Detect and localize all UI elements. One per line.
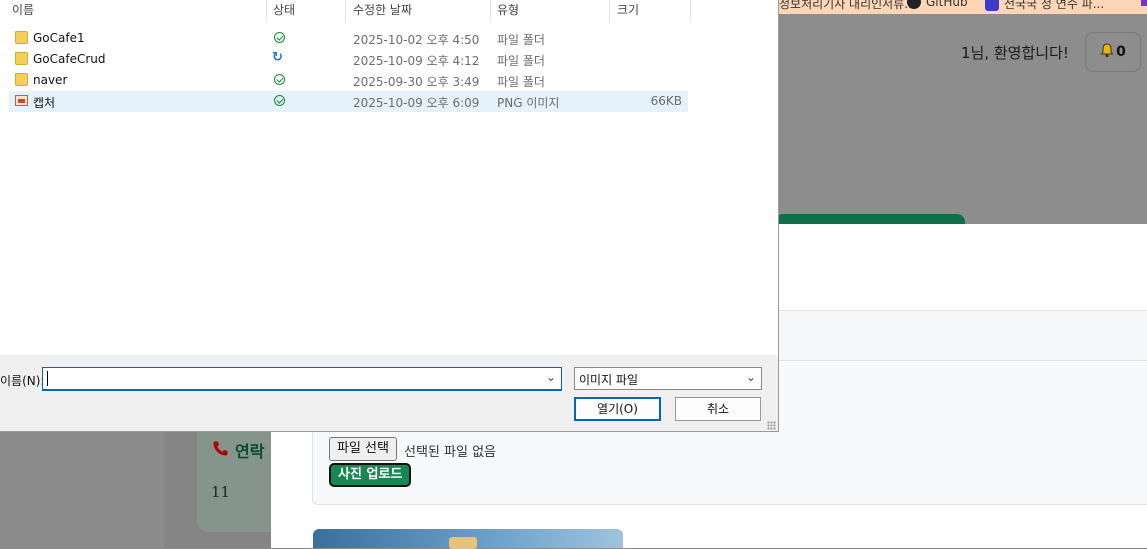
open-button[interactable]: 열기(O): [574, 397, 661, 421]
sync-ok-icon: [274, 95, 285, 106]
filename-label: 이름(N):: [0, 374, 45, 388]
bookmarks-bar: 정보처리기사 대리인서류... GitHub 전국국 정 연수 파...: [779, 0, 1147, 14]
contact-value: 11: [211, 483, 231, 501]
chevron-down-icon[interactable]: ⌄: [546, 370, 556, 384]
column-header-type[interactable]: 유형: [497, 1, 519, 18]
file-modified: 2025-10-09 오후 4:12: [353, 54, 480, 68]
column-divider[interactable]: [690, 0, 691, 22]
file-row[interactable]: GoCafeCrud ↻ 2025-10-09 오후 4:12 파일 폴더: [9, 49, 688, 70]
contact-title: 연락: [212, 438, 264, 462]
filetype-value: 이미지 파일: [579, 373, 639, 387]
file-name: 캡처: [33, 96, 56, 110]
column-header-name[interactable]: 이름: [12, 1, 34, 18]
file-modified: 2025-10-02 오후 4:50: [353, 33, 480, 47]
bookmark-label: GitHub: [926, 0, 968, 9]
file-selected-status: 선택된 파일 없음: [404, 445, 496, 460]
cancel-button[interactable]: 취소: [675, 397, 761, 421]
phone-icon: [212, 440, 229, 461]
bookmark-item[interactable]: 정보처리기사 대리인서류...: [779, 0, 916, 12]
github-icon: [907, 0, 921, 9]
syncing-icon: ↻: [272, 50, 283, 65]
bookmark-label: 전국국 정 연수 파...: [1004, 0, 1105, 11]
photo-thumbnail[interactable]: [313, 529, 623, 549]
text-caret: [47, 371, 48, 386]
file-type: PNG 이미지: [497, 96, 560, 110]
folder-icon: [15, 73, 28, 86]
file-name: GoCafeCrud: [33, 52, 106, 66]
column-header-modified[interactable]: 수정한 날짜: [353, 1, 412, 18]
column-divider[interactable]: [609, 0, 610, 22]
bookmark-item-github[interactable]: GitHub: [907, 0, 968, 9]
file-open-dialog: 이름 상태 수정한 날짜 유형 크기 GoCafe1 2025-10-02 오후…: [0, 0, 779, 432]
file-row[interactable]: naver 2025-09-30 오후 3:49 파일 폴더: [9, 70, 688, 91]
file-type: 파일 폴더: [497, 75, 545, 89]
file-type: 파일 폴더: [497, 54, 545, 68]
folder-icon: [15, 31, 28, 44]
contact-title-text: 연락: [235, 442, 265, 461]
file-name: GoCafe1: [33, 31, 85, 45]
resize-grip[interactable]: [767, 421, 776, 430]
notification-count: 0: [1116, 44, 1126, 60]
chevron-down-icon: ⌄: [745, 370, 756, 384]
sync-ok-icon: [274, 32, 285, 43]
upload-photo-button[interactable]: 사진 업로드: [329, 463, 412, 487]
image-file-icon: [15, 95, 28, 106]
bell-icon: [1100, 42, 1114, 62]
bookmark-item[interactable]: 전국국 정 연수 파...: [985, 0, 1104, 12]
file-row[interactable]: GoCafe1 2025-10-02 오후 4:50 파일 폴더: [9, 28, 688, 49]
notification-button[interactable]: 0: [1085, 32, 1141, 72]
filename-input[interactable]: ⌄: [42, 367, 562, 391]
column-header-size[interactable]: 크기: [617, 1, 639, 18]
thumbnail-object: [449, 537, 477, 549]
app-icon: [985, 0, 999, 11]
column-divider[interactable]: [345, 0, 346, 22]
sync-ok-icon: [274, 74, 285, 85]
extension-icon[interactable]: [1141, 0, 1147, 6]
column-divider[interactable]: [490, 0, 491, 22]
bookmark-label: 정보처리기사 대리인서류...: [779, 0, 916, 11]
column-header-status[interactable]: 상태: [273, 1, 295, 18]
column-divider[interactable]: [266, 0, 267, 22]
welcome-text: 1님, 환영합니다!: [961, 44, 1069, 62]
folder-icon: [15, 52, 28, 65]
file-name: naver: [33, 73, 68, 87]
filetype-select[interactable]: 이미지 파일 ⌄: [574, 367, 762, 390]
file-modified: 2025-10-09 오후 6:09: [353, 96, 480, 110]
file-modified: 2025-09-30 오후 3:49: [353, 75, 480, 89]
file-size: 66KB: [650, 94, 682, 108]
file-select-button[interactable]: 파일 선택: [329, 437, 397, 461]
file-type: 파일 폴더: [497, 33, 545, 47]
file-row-selected[interactable]: 캡처 2025-10-09 오후 6:09 PNG 이미지 66KB: [9, 91, 688, 112]
